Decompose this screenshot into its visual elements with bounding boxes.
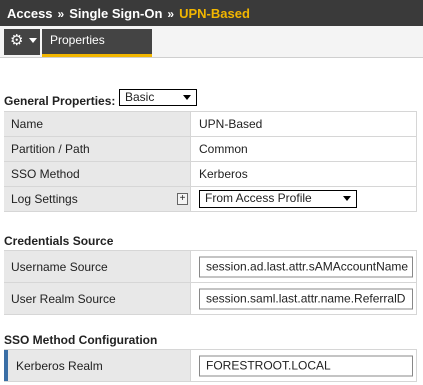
breadcrumb: Access » Single Sign-On » UPN-Based <box>7 6 250 21</box>
log-settings-label: Log Settings <box>11 192 78 206</box>
log-settings-select[interactable]: From Access Profile <box>199 190 357 208</box>
table-row: Kerberos Realm FORESTROOT.LOCAL <box>4 350 417 382</box>
toolbar: ⚙ Properties <box>0 26 423 58</box>
breadcrumb-access[interactable]: Access <box>7 6 53 21</box>
credentials-source-title: Credentials Source <box>4 234 114 248</box>
tab-properties[interactable]: Properties <box>42 29 152 57</box>
sso-config-table: Kerberos Realm FORESTROOT.LOCAL <box>4 349 417 382</box>
general-properties-table: Name UPN-Based Partition / Path Common S… <box>4 111 417 212</box>
username-source-field[interactable]: session.ad.last.attr.sAMAccountName <box>199 256 413 277</box>
dropdown-arrow-icon <box>183 95 191 100</box>
gear-icon: ⚙ <box>10 32 24 49</box>
table-row: Log Settings + From Access Profile <box>4 187 417 212</box>
top-bar: Access » Single Sign-On » UPN-Based <box>0 0 423 26</box>
table-row: Username Source session.ad.last.attr.sAM… <box>4 251 417 283</box>
credentials-table: Username Source session.ad.last.attr.sAM… <box>4 250 417 315</box>
view-mode-select[interactable]: Basic <box>119 89 197 106</box>
tab-properties-label: Properties <box>50 33 105 47</box>
username-source-label: Username Source <box>11 259 108 274</box>
gear-menu-button[interactable]: ⚙ <box>4 29 40 55</box>
kerberos-realm-label: Kerberos Realm <box>16 358 103 373</box>
breadcrumb-upn-based: UPN-Based <box>179 6 250 21</box>
table-row: SSO Method Kerberos <box>4 162 417 187</box>
breadcrumb-separator: » <box>167 7 175 21</box>
name-value: UPN-Based <box>199 117 263 131</box>
sso-method-configuration-title: SSO Method Configuration <box>4 333 158 347</box>
breadcrumb-separator: » <box>57 7 65 21</box>
table-row: User Realm Source session.saml.last.attr… <box>4 283 417 315</box>
partition-value: Common <box>199 142 248 156</box>
partition-label: Partition / Path <box>11 142 90 156</box>
add-log-setting-button[interactable]: + <box>177 193 188 205</box>
user-realm-source-field[interactable]: session.saml.last.attr.name.ReferralD <box>199 288 413 309</box>
required-indicator <box>4 350 8 381</box>
kerberos-realm-field[interactable]: FORESTROOT.LOCAL <box>199 355 413 376</box>
name-label: Name <box>11 117 44 131</box>
sso-method-value: Kerberos <box>199 167 248 181</box>
dropdown-arrow-icon <box>343 196 351 201</box>
general-properties-title: General Properties: <box>4 94 116 108</box>
sso-method-label: SSO Method <box>11 167 80 181</box>
breadcrumb-single-sign-on[interactable]: Single Sign-On <box>69 6 162 21</box>
table-row: Partition / Path Common <box>4 137 417 162</box>
log-settings-value: From Access Profile <box>205 191 312 205</box>
chevron-down-icon <box>29 38 37 43</box>
user-realm-source-label: User Realm Source <box>11 291 116 306</box>
table-row: Name UPN-Based <box>4 112 417 137</box>
view-mode-value: Basic <box>125 90 155 104</box>
